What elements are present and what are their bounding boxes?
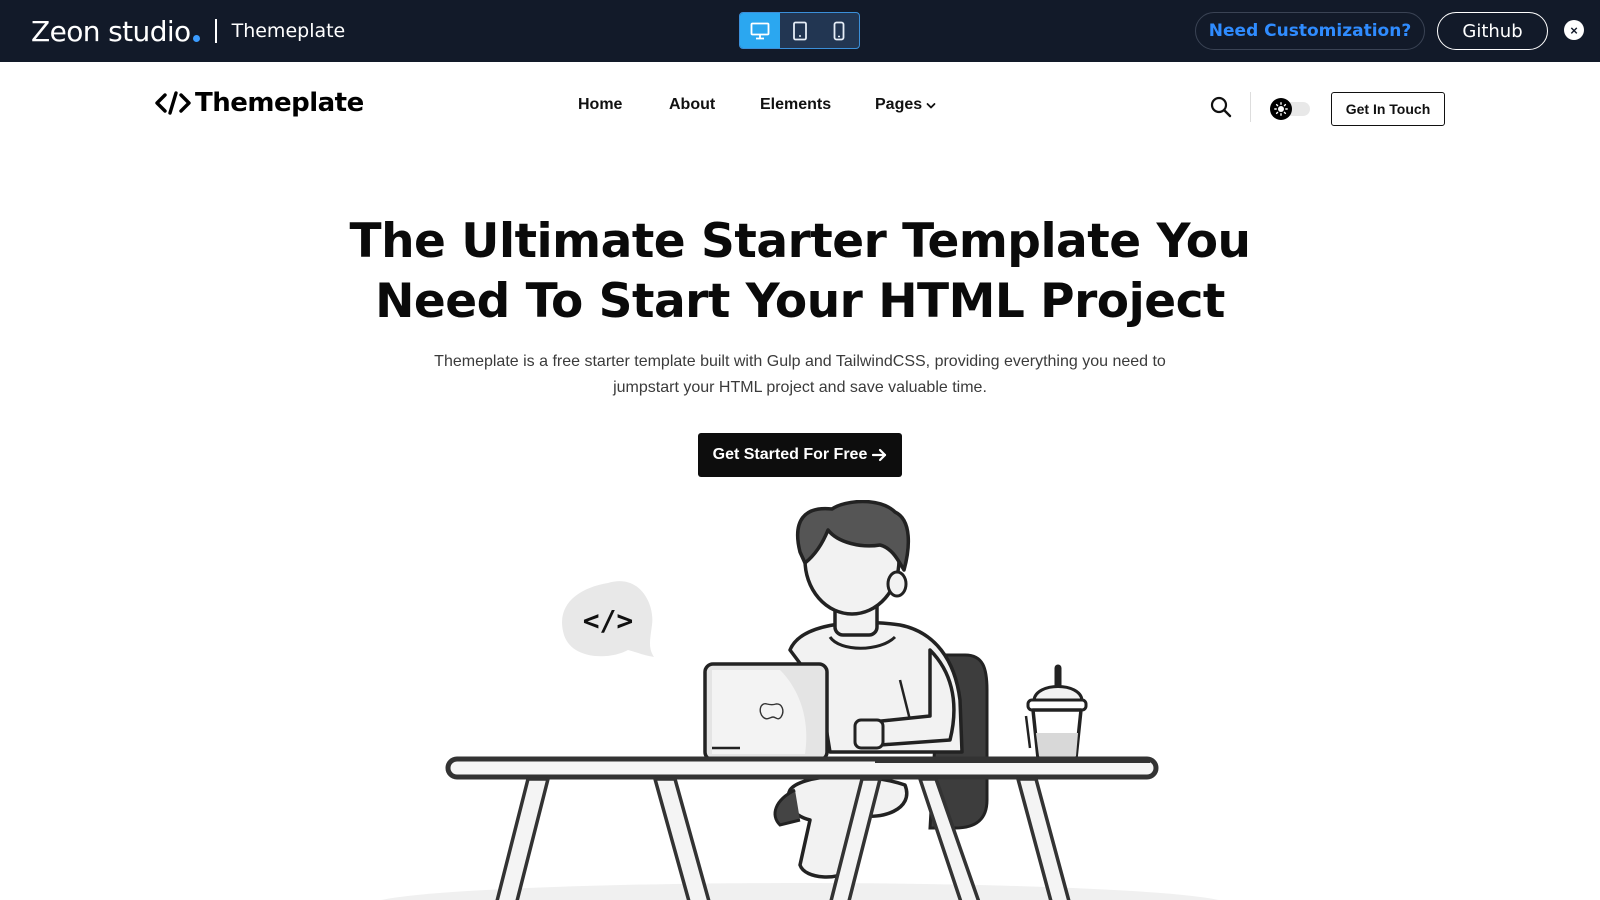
hero-title-line-2: Need To Start Your HTML Project xyxy=(375,274,1225,329)
search-icon[interactable] xyxy=(1210,96,1232,118)
need-customization-button[interactable]: Need Customization? xyxy=(1195,12,1425,50)
nav-item-home[interactable]: Home xyxy=(578,96,622,114)
drink-cup xyxy=(1024,664,1088,765)
nav-label: About xyxy=(669,96,716,113)
nav-item-about[interactable]: About xyxy=(669,96,715,114)
tablet-icon xyxy=(792,21,807,40)
theme-toggle[interactable] xyxy=(1270,98,1312,120)
zeon-studio-logo: Zeon studio xyxy=(31,14,191,48)
developer-at-desk-illustration: </> xyxy=(381,500,1219,900)
speech-bubble-text: </> xyxy=(583,604,634,637)
get-in-touch-button[interactable]: Get In Touch xyxy=(1331,92,1445,126)
nav-label: Home xyxy=(578,96,623,113)
hero-subtitle: Themeplate is a free starter template bu… xyxy=(400,349,1200,401)
product-name: Themeplate xyxy=(231,20,346,42)
tablet-view-button[interactable] xyxy=(780,13,820,48)
close-icon: × xyxy=(1570,22,1578,38)
hero-title: The Ultimate Starter Template You Need T… xyxy=(300,212,1300,332)
get-started-label: Get Started For Free xyxy=(712,446,868,463)
nav-label: Elements xyxy=(760,96,832,113)
chevron-down-icon xyxy=(926,103,936,109)
nav-item-elements[interactable]: Elements xyxy=(760,96,831,114)
nav-label: Pages xyxy=(875,96,923,113)
nav-item-pages[interactable]: Pages xyxy=(875,96,936,114)
arrow-right-icon xyxy=(872,448,887,462)
brand-dot xyxy=(192,34,200,42)
mobile-icon xyxy=(833,21,845,40)
theme-toggle-knob xyxy=(1270,98,1292,120)
laptop xyxy=(703,662,829,762)
header-divider xyxy=(1250,92,1251,122)
github-button[interactable]: Github xyxy=(1437,12,1548,50)
hero-subtitle-line-2: jumpstart your HTML project and save val… xyxy=(613,379,987,396)
get-started-button[interactable]: Get Started For Free xyxy=(698,433,902,477)
close-bar-button[interactable]: × xyxy=(1564,20,1584,40)
zeon-studio-brand[interactable]: Zeon studio Themeplate xyxy=(31,12,345,50)
mobile-view-button[interactable] xyxy=(819,13,859,48)
speech-bubble: </> xyxy=(562,581,654,657)
hero-subtitle-line-1: Themeplate is a free starter template bu… xyxy=(434,353,1166,370)
hero-title-line-1: The Ultimate Starter Template You xyxy=(349,214,1251,269)
brand-separator xyxy=(214,19,217,43)
device-switcher xyxy=(739,12,860,49)
demo-top-bar: Zeon studio Themeplate Need Customizatio… xyxy=(0,0,1600,62)
desktop-view-button[interactable] xyxy=(740,13,780,48)
sun-icon xyxy=(1274,102,1288,116)
desktop-icon xyxy=(750,22,770,39)
